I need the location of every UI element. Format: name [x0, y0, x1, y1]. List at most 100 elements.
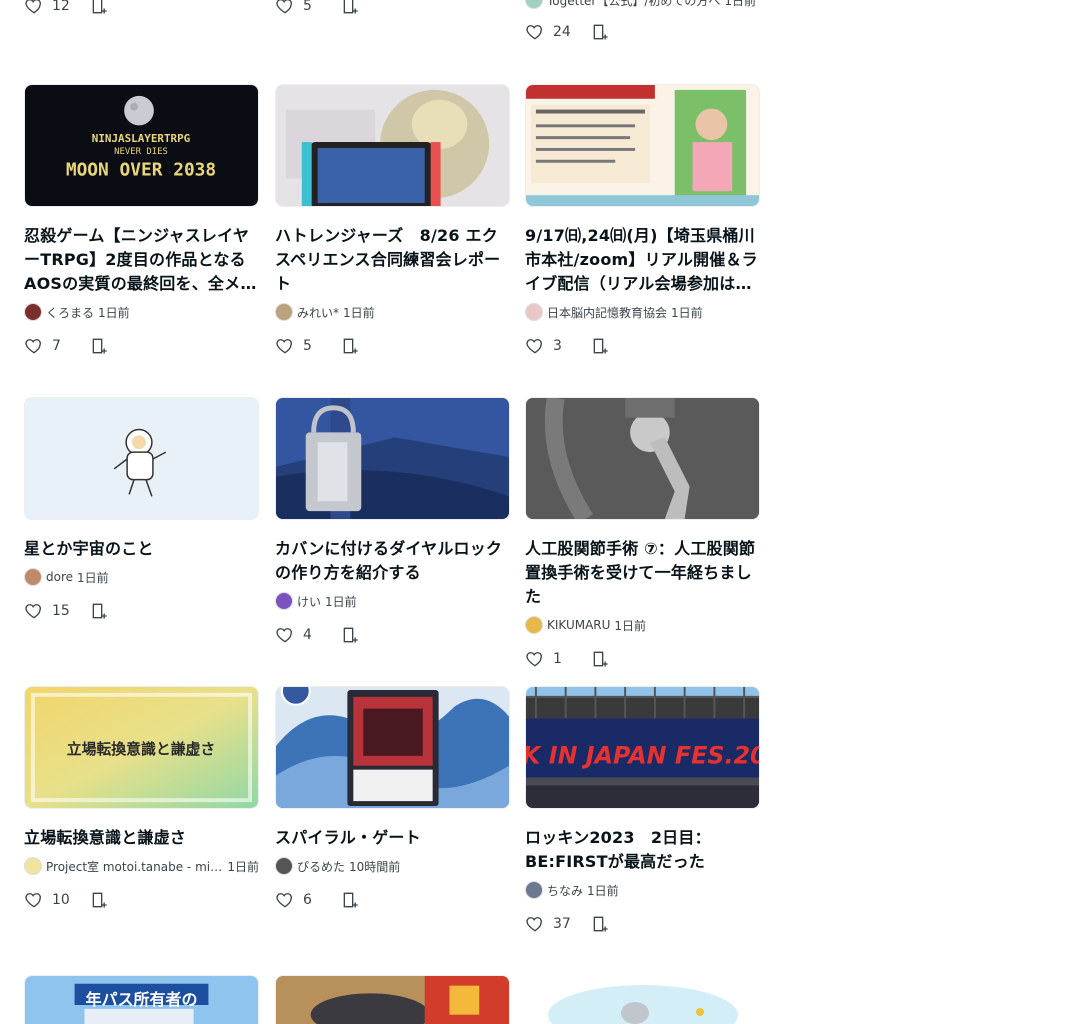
- article-card[interactable]: OCK IN JAPAN FES.2023 ロッキン2023 2日目：BE:FI…: [525, 686, 760, 936]
- article-title[interactable]: 星とか宇宙のこと: [24, 537, 259, 561]
- article-card[interactable]: [525, 975, 760, 1024]
- article-thumbnail[interactable]: [275, 84, 510, 207]
- author-name[interactable]: ぴるめた: [297, 858, 345, 875]
- avatar[interactable]: [525, 0, 543, 9]
- heart-icon[interactable]: [525, 22, 545, 42]
- post-time: 1日前: [77, 570, 109, 585]
- svg-text:NEVER DIES: NEVER DIES: [114, 147, 168, 157]
- add-to-magazine-icon[interactable]: [591, 22, 611, 42]
- heart-icon[interactable]: [24, 0, 44, 16]
- article-thumbnail[interactable]: 年パス所有者の: [24, 975, 259, 1024]
- heart-icon[interactable]: [275, 890, 295, 910]
- avatar[interactable]: [24, 303, 42, 321]
- add-to-magazine-icon[interactable]: [90, 890, 110, 910]
- author-row: みれい* 1日前: [275, 300, 510, 324]
- article-thumbnail[interactable]: [525, 84, 760, 207]
- article-card[interactable]: 年パス所有者の: [24, 975, 259, 1024]
- article-title[interactable]: 人工股関節手術 ⑦：人工股関節置換手術を受けて一年経ちました: [525, 537, 760, 609]
- article-title[interactable]: スパイラル・ゲート: [275, 826, 510, 850]
- article-card[interactable]: NINJASLAYERTRPG NEVER DIES MOON OVER 2038 …: [24, 84, 259, 358]
- article-thumbnail[interactable]: NINJASLAYERTRPG NEVER DIES MOON OVER 2038: [24, 84, 259, 207]
- author-name[interactable]: KIKUMARU: [547, 618, 610, 632]
- article-title[interactable]: ハトレンジャーズ 8/26 エクスペリエンス合同練習会レポート: [275, 224, 510, 296]
- article-title[interactable]: 9/17㈰,24㈰(月)【埼玉県桶川市本社/zoom】リアル開催＆ライブ配信（リ…: [525, 224, 760, 296]
- avatar[interactable]: [275, 857, 293, 875]
- avatar[interactable]: [24, 857, 42, 875]
- card-action-row: 12: [24, 0, 110, 18]
- author-name[interactable]: ちなみ: [547, 882, 583, 899]
- author-name[interactable]: けい: [297, 593, 321, 610]
- heart-icon[interactable]: [24, 890, 44, 910]
- article-card[interactable]: スパイラル・ゲート ぴるめた 10時間前 6: [275, 686, 510, 912]
- article-card[interactable]: [275, 975, 510, 1024]
- post-time: 1日前: [587, 883, 619, 898]
- author-name[interactable]: 日本脳内記憶教育協会: [547, 304, 667, 321]
- add-to-magazine-icon[interactable]: [591, 914, 611, 934]
- svg-text:NINJASLAYERTRPG: NINJASLAYERTRPG: [92, 132, 190, 145]
- avatar[interactable]: [525, 881, 543, 899]
- card-action-row: 37: [525, 912, 760, 936]
- like-count: 6: [303, 892, 312, 908]
- heart-icon[interactable]: [525, 914, 545, 934]
- post-time: 1日前: [671, 305, 703, 320]
- article-card[interactable]: 人工股関節手術 ⑦：人工股関節置換手術を受けて一年経ちました KIKUMARU …: [525, 397, 760, 671]
- avatar[interactable]: [275, 303, 293, 321]
- like-count: 37: [553, 916, 571, 932]
- add-to-magazine-icon[interactable]: [591, 336, 611, 356]
- article-title[interactable]: ロッキン2023 2日目：BE:FIRSTが最高だった: [525, 826, 760, 874]
- add-to-magazine-icon[interactable]: [341, 0, 361, 16]
- heart-icon[interactable]: [24, 336, 44, 356]
- author-name[interactable]: dore: [46, 570, 73, 584]
- author-row: ぴるめた 10時間前: [275, 854, 510, 878]
- post-time: 10時間前: [349, 859, 401, 874]
- like-count: 12: [52, 0, 70, 14]
- heart-icon[interactable]: [275, 0, 295, 16]
- article-thumbnail[interactable]: [275, 686, 510, 809]
- add-to-magazine-icon[interactable]: [90, 0, 110, 16]
- heart-icon[interactable]: [24, 601, 44, 621]
- article-thumbnail[interactable]: [525, 397, 760, 520]
- add-to-magazine-icon[interactable]: [341, 890, 361, 910]
- article-thumbnail[interactable]: [275, 975, 510, 1024]
- avatar[interactable]: [275, 592, 293, 610]
- avatar[interactable]: [24, 568, 42, 586]
- article-card[interactable]: 星とか宇宙のこと dore 1日前 15: [24, 397, 259, 623]
- like-count: 5: [303, 338, 312, 354]
- article-thumbnail[interactable]: [525, 975, 760, 1024]
- author-row: 日本脳内記憶教育協会 1日前: [525, 300, 760, 324]
- add-to-magazine-icon[interactable]: [591, 649, 611, 669]
- author-row: dore 1日前: [24, 565, 259, 589]
- heart-icon[interactable]: [525, 649, 545, 669]
- add-to-magazine-icon[interactable]: [341, 625, 361, 645]
- author-name[interactable]: くろまる: [46, 304, 94, 321]
- heart-icon[interactable]: [275, 625, 295, 645]
- article-card[interactable]: 立場転換意識と謙虚さ 立場転換意識と謙虚さ Project室 motoi.tan…: [24, 686, 259, 912]
- heart-icon[interactable]: [275, 336, 295, 356]
- heart-icon[interactable]: [525, 336, 545, 356]
- author-name[interactable]: みれい*: [297, 304, 339, 321]
- author-row: くろまる 1日前: [24, 300, 259, 324]
- author-name[interactable]: Project室 motoi.tanabe - mino…: [46, 858, 223, 875]
- card-action-row: 5: [275, 334, 510, 358]
- article-title[interactable]: 忍殺ゲーム【ニンジャスレイヤーTRPG】2度目の作品となるAOSの実質の最終回を…: [24, 224, 259, 296]
- post-time: 1日前: [227, 859, 259, 874]
- article-thumbnail[interactable]: [275, 397, 510, 520]
- article-title[interactable]: カバンに付けるダイヤルロックの作り方を紹介する: [275, 537, 510, 585]
- article-title[interactable]: 立場転換意識と謙虚さ: [24, 826, 259, 850]
- author-row: けい 1日前: [275, 589, 510, 613]
- article-thumbnail[interactable]: OCK IN JAPAN FES.2023: [525, 686, 760, 809]
- avatar[interactable]: [525, 616, 543, 634]
- author-name[interactable]: Togetter【公式】/初めての方へ: [547, 0, 720, 9]
- author-row: Project室 motoi.tanabe - mino… 1日前: [24, 854, 259, 878]
- add-to-magazine-icon[interactable]: [341, 336, 361, 356]
- article-card[interactable]: 9/17㈰,24㈰(月)【埼玉県桶川市本社/zoom】リアル開催＆ライブ配信（リ…: [525, 84, 760, 358]
- add-to-magazine-icon[interactable]: [90, 601, 110, 621]
- add-to-magazine-icon[interactable]: [90, 336, 110, 356]
- like-count: 5: [303, 0, 312, 14]
- article-card[interactable]: ハトレンジャーズ 8/26 エクスペリエンス合同練習会レポート みれい* 1日前…: [275, 84, 510, 358]
- article-thumbnail[interactable]: 立場転換意識と謙虚さ: [24, 686, 259, 809]
- avatar[interactable]: [525, 303, 543, 321]
- article-card[interactable]: カバンに付けるダイヤルロックの作り方を紹介する けい 1日前 4: [275, 397, 510, 647]
- article-thumbnail[interactable]: [24, 397, 259, 520]
- card-action-row: 7: [24, 334, 259, 358]
